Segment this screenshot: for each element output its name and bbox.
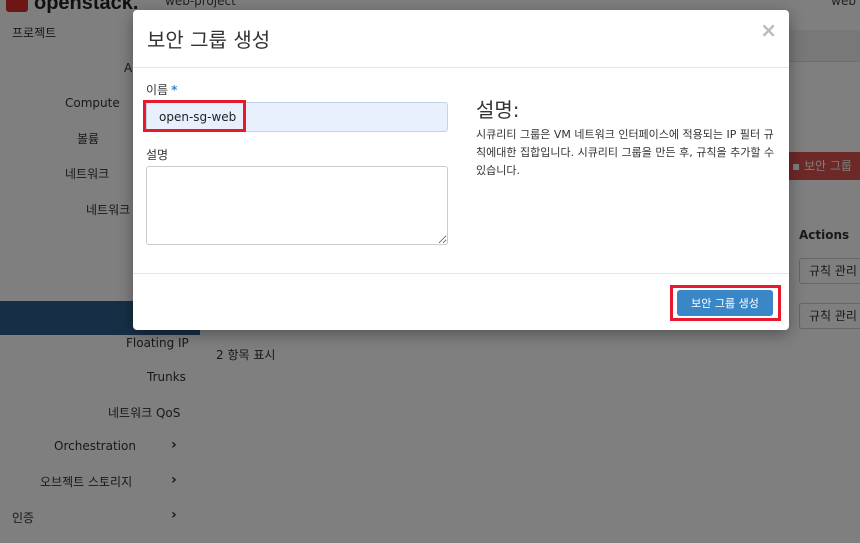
modal-header: 보안 그룹 생성 ×	[133, 10, 789, 68]
help-text: 시큐리티 그룹은 VM 네트워크 인터페이스에 적용되는 IP 필터 규칙에대한…	[476, 128, 775, 177]
required-icon: *	[171, 83, 178, 97]
close-icon[interactable]: ×	[760, 19, 777, 41]
name-field-label: 이름 *	[146, 83, 178, 97]
modal-title: 보안 그룹 생성	[147, 28, 271, 52]
description-field-label: 설명	[146, 148, 169, 162]
highlight-box-submit	[670, 285, 781, 321]
description-textarea[interactable]	[146, 166, 448, 245]
create-security-group-modal: 보안 그룹 생성 × 이름* 설명 설명: 시큐리티 그룹은 VM 네트워크 인…	[133, 10, 789, 330]
highlight-box-name	[143, 100, 246, 132]
help-title: 설명:	[476, 98, 520, 122]
